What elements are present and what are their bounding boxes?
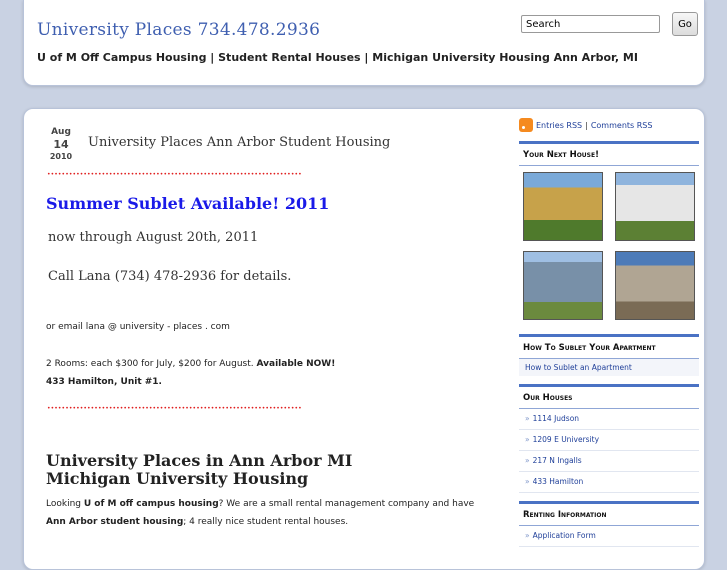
sublet-dates: now through August 20th, 2011 <box>48 230 259 245</box>
bullet-icon: » <box>525 414 530 423</box>
para-bold: U of M off campus housing <box>83 499 219 509</box>
rooms-text: 2 Rooms: each $300 for July, $200 for Au… <box>46 359 254 369</box>
post-date-month: Aug <box>51 127 71 137</box>
post-date-day: 14 <box>53 138 69 151</box>
house-link[interactable]: » 1114 Judson <box>519 409 699 430</box>
house-photos <box>519 166 699 326</box>
sublet-contact: Call Lana (734) 478-2936 for details. <box>48 269 292 284</box>
house-photo-blue[interactable] <box>523 251 603 320</box>
section-heading-line1: University Places in Ann Arbor MI <box>46 451 353 470</box>
bullet-icon: » <box>525 435 530 444</box>
red-dot-divider: ••••••••••••••••••••••••••••••••••••••••… <box>47 405 302 412</box>
sublet-section: How To Sublet Your Apartment How to Subl… <box>519 334 699 376</box>
rss-icon[interactable] <box>519 118 533 132</box>
bullet-icon: » <box>525 477 530 486</box>
next-house-section: Your Next House! <box>519 141 699 326</box>
red-dot-divider: ••••••••••••••••••••••••••••••••••••••••… <box>47 171 302 178</box>
post-date: Aug 14 2010 <box>44 126 78 163</box>
next-house-title: Your Next House! <box>519 144 699 166</box>
rooms-available: Available NOW! <box>256 359 336 369</box>
main-content: Aug 14 2010 University Places Ann Arbor … <box>23 108 705 570</box>
para-text: ; 4 really nice student rental houses. <box>183 517 349 527</box>
our-houses-title: Our Houses <box>519 387 699 409</box>
house-link[interactable]: » 433 Hamilton <box>519 472 699 493</box>
para-bold: Ann Arbor student housing <box>46 517 184 527</box>
house-photo-gray[interactable] <box>615 251 695 320</box>
site-header: University Places 734.478.2936 U of M Of… <box>23 0 705 86</box>
sublet-link[interactable]: How to Sublet an Apartment <box>519 359 699 376</box>
house-link[interactable]: » 1209 E University <box>519 430 699 451</box>
rooms-info: 2 Rooms: each $300 for July, $200 for Au… <box>46 355 335 391</box>
section-heading-line2: Michigan University Housing <box>46 469 309 488</box>
intro-paragraph: Looking U of M off campus housing? We ar… <box>46 495 496 531</box>
sublet-address: 433 Hamilton, Unit #1. <box>46 377 162 387</box>
renting-link-label[interactable]: Application Form <box>533 531 596 540</box>
sublet-heading: Summer Sublet Available! 2011 <box>46 194 330 213</box>
bullet-icon: » <box>525 531 530 540</box>
site-title[interactable]: University Places 734.478.2936 <box>37 20 320 40</box>
house-link-label[interactable]: 217 N Ingalls <box>533 456 582 465</box>
house-photo-white[interactable] <box>615 172 695 241</box>
house-link-label[interactable]: 433 Hamilton <box>533 477 584 486</box>
rss-links: Entries RSS | Comments RSS <box>519 117 699 133</box>
house-link-label[interactable]: 1114 Judson <box>533 414 579 423</box>
rss-separator: | <box>585 120 588 130</box>
email-line: or email lana @ university - places . co… <box>46 322 230 332</box>
house-link-label[interactable]: 1209 E University <box>533 435 599 444</box>
section-heading: University Places in Ann Arbor MI Michig… <box>46 452 352 488</box>
site-tagline: U of M Off Campus Housing | Student Rent… <box>37 51 638 64</box>
house-photo-yellow[interactable] <box>523 172 603 241</box>
entries-rss-link[interactable]: Entries RSS <box>536 121 582 130</box>
search-input[interactable] <box>521 15 660 33</box>
our-houses-section: Our Houses » 1114 Judson » 1209 E Universi… <box>519 384 699 493</box>
post-date-year: 2010 <box>49 152 73 161</box>
para-text: Looking <box>46 499 84 509</box>
bullet-icon: » <box>525 456 530 465</box>
post-title[interactable]: University Places Ann Arbor Student Hous… <box>88 135 390 150</box>
renting-section: Renting Information » Application Form <box>519 501 699 547</box>
renting-link[interactable]: » Application Form <box>519 526 699 547</box>
para-text: ? We are a small rental management compa… <box>218 499 475 509</box>
comments-rss-link[interactable]: Comments RSS <box>591 121 653 130</box>
house-link[interactable]: » 217 N Ingalls <box>519 451 699 472</box>
renting-title: Renting Information <box>519 504 699 526</box>
sidebar: Entries RSS | Comments RSS Your Next Hou… <box>519 117 699 547</box>
sublet-section-title: How To Sublet Your Apartment <box>519 337 699 359</box>
search-go-button[interactable]: Go <box>672 12 698 36</box>
